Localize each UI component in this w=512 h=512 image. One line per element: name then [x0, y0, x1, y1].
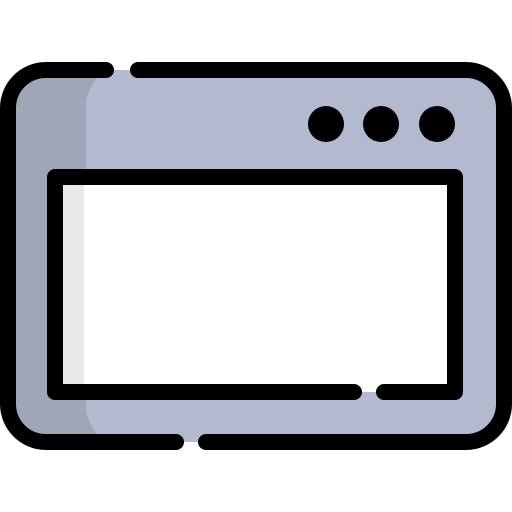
window-content-area [55, 177, 455, 392]
window-dot-3-icon [419, 106, 455, 142]
window-dot-1-icon [308, 106, 344, 142]
browser-window-icon [0, 62, 512, 450]
window-content-shadow [62, 184, 84, 386]
window-dot-2-icon [363, 106, 399, 142]
icon-canvas [0, 0, 512, 512]
